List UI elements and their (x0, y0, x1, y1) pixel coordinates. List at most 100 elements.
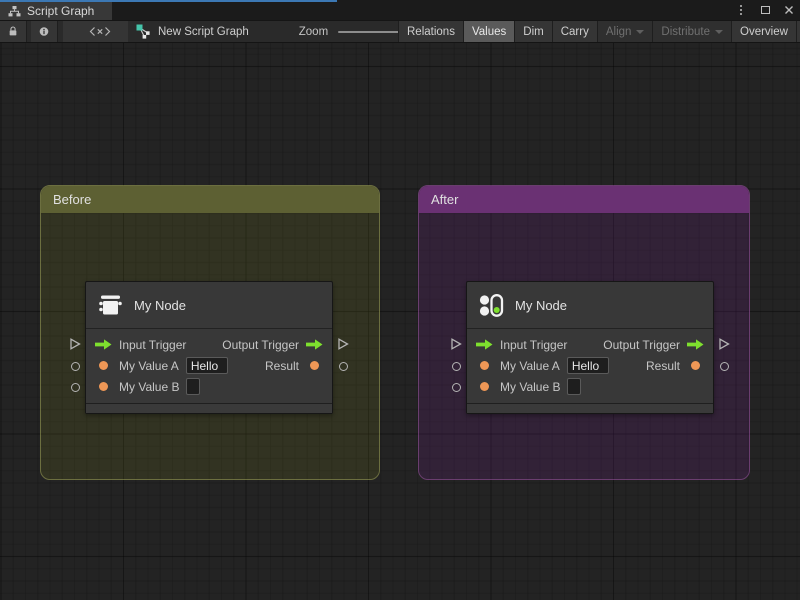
external-value-input-port[interactable] (69, 360, 81, 372)
value-port-icon[interactable] (476, 361, 493, 370)
code-view-icon (89, 27, 111, 36)
toolbar-left-group (0, 21, 138, 42)
circle-port-icon (451, 382, 461, 392)
graph-canvas[interactable]: Before After My Node Input Trigger Outpu… (0, 43, 800, 600)
maximize-button[interactable] (758, 3, 772, 17)
close-icon (785, 6, 793, 14)
output-trigger-label: Output Trigger (222, 337, 299, 352)
value-port-icon[interactable] (95, 382, 112, 391)
flow-arrow-icon[interactable] (476, 339, 493, 350)
triangle-port-icon (338, 338, 349, 350)
values-button[interactable]: Values (463, 21, 516, 42)
carry-button[interactable]: Carry (552, 21, 598, 42)
info-icon (40, 27, 49, 36)
distribute-dropdown[interactable]: Distribute (653, 21, 732, 42)
external-value-output-port[interactable] (337, 360, 349, 372)
chevron-down-icon (715, 29, 723, 34)
lock-icon (9, 26, 17, 36)
port-row-value-a: My Value A Result (467, 355, 713, 376)
toolbar-middle-group: New Script Graph Zoom 1x (128, 21, 442, 42)
value-a-input[interactable] (566, 357, 609, 374)
node-header[interactable]: My Node (467, 282, 713, 329)
unit-box-icon (99, 295, 122, 314)
node-footer (86, 403, 332, 413)
node-body: Input Trigger Output Trigger My Value A … (86, 329, 332, 400)
value-a-label: My Value A (119, 358, 179, 373)
unity-window: Script Graph New Script Graph Zoom Relat… (0, 0, 800, 600)
result-label: Result (264, 358, 299, 373)
input-trigger-label: Input Trigger (119, 337, 187, 352)
kebab-menu-icon (740, 5, 742, 15)
new-graph-icon (136, 24, 150, 39)
external-flow-input-port[interactable] (69, 338, 81, 350)
flow-arrow-icon[interactable] (306, 339, 323, 350)
port-row-triggers: Input Trigger Output Trigger (467, 334, 713, 355)
maximize-icon (760, 6, 770, 14)
close-button[interactable] (782, 3, 796, 17)
tab-script-graph[interactable]: Script Graph (0, 2, 112, 20)
external-flow-output-port[interactable] (337, 338, 349, 350)
circle-port-icon (70, 361, 80, 371)
relations-button[interactable]: Relations (398, 21, 464, 42)
value-a-input[interactable] (185, 357, 228, 374)
toggle-capsule-icon (479, 293, 504, 317)
node-body: Input Trigger Output Trigger My Value A … (467, 329, 713, 400)
info-button[interactable] (31, 21, 59, 42)
value-port-icon[interactable] (306, 361, 323, 370)
graph-hierarchy-icon (8, 5, 21, 16)
node-footer (467, 403, 713, 413)
value-b-label: My Value B (500, 379, 561, 394)
overview-button[interactable]: Overview (732, 21, 797, 42)
circle-port-icon (719, 361, 729, 371)
result-label: Result (645, 358, 680, 373)
new-script-graph-button[interactable]: New Script Graph (128, 21, 257, 42)
distribute-label: Distribute (661, 25, 710, 38)
chevron-down-icon (636, 29, 645, 34)
port-row-triggers: Input Trigger Output Trigger (86, 334, 332, 355)
output-trigger-label: Output Trigger (603, 337, 680, 352)
value-a-label: My Value A (500, 358, 560, 373)
node-my-node-after[interactable]: My Node Input Trigger Output Trigger My … (451, 281, 730, 414)
value-b-input[interactable] (567, 378, 582, 395)
flow-arrow-icon[interactable] (95, 339, 112, 350)
window-menu-button[interactable] (734, 3, 748, 17)
new-script-graph-label: New Script Graph (158, 25, 249, 38)
window-controls (734, 0, 796, 20)
lock-button[interactable] (0, 21, 27, 42)
triangle-port-icon (70, 338, 81, 350)
value-b-input[interactable] (186, 378, 201, 395)
external-flow-input-port[interactable] (450, 338, 462, 350)
value-port-icon[interactable] (95, 361, 112, 370)
node-title: My Node (515, 297, 568, 313)
port-row-value-b: My Value B (467, 376, 713, 397)
align-dropdown[interactable]: Align (597, 21, 654, 42)
node-header[interactable]: My Node (86, 282, 332, 329)
node-my-node-before[interactable]: My Node Input Trigger Output Trigger My … (70, 281, 349, 414)
port-row-value-b: My Value B (86, 376, 332, 397)
toolbar-right-group: Relations Values Dim Carry Align Distrib… (398, 21, 800, 42)
port-row-value-a: My Value A Result (86, 355, 332, 376)
group-after-title: After (431, 192, 459, 207)
input-trigger-label: Input Trigger (500, 337, 568, 352)
external-value-input-port[interactable] (450, 360, 462, 372)
external-flow-output-port[interactable] (718, 338, 730, 350)
tab-bar: Script Graph (0, 0, 800, 20)
circle-port-icon (451, 361, 461, 371)
external-value-input-port[interactable] (69, 381, 81, 393)
value-port-icon[interactable] (476, 382, 493, 391)
value-port-icon[interactable] (687, 361, 704, 370)
value-b-label: My Value B (119, 379, 180, 394)
group-before-header[interactable]: Before (41, 186, 379, 213)
group-after-header[interactable]: After (419, 186, 749, 213)
triangle-port-icon (719, 338, 730, 350)
external-value-input-port[interactable] (450, 381, 462, 393)
dim-button[interactable]: Dim (515, 21, 553, 42)
code-view-button[interactable] (62, 21, 138, 42)
circle-port-icon (338, 361, 348, 371)
circle-port-icon (70, 382, 80, 392)
external-value-output-port[interactable] (718, 360, 730, 372)
tab-title: Script Graph (27, 4, 95, 18)
flow-arrow-icon[interactable] (687, 339, 704, 350)
group-before-title: Before (53, 192, 92, 207)
zoom-label: Zoom (298, 25, 329, 38)
